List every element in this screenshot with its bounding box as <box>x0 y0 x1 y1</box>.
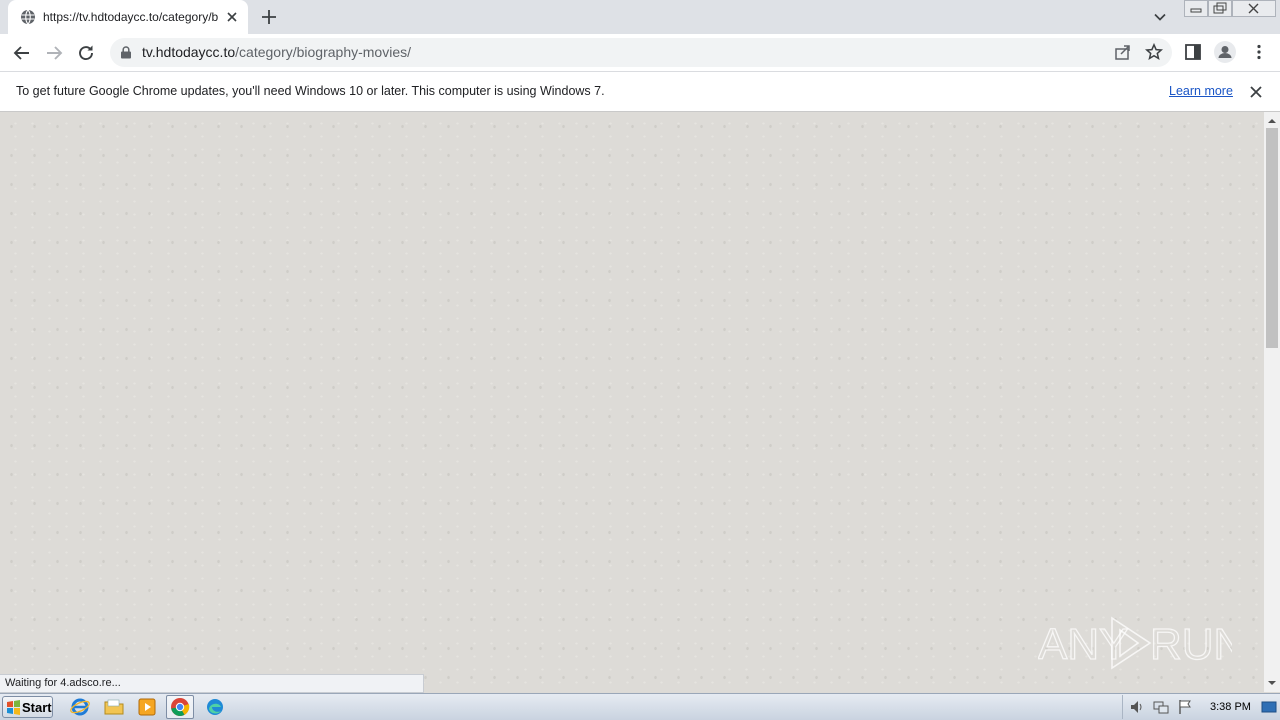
share-icon[interactable] <box>1114 43 1132 61</box>
lock-icon[interactable] <box>120 46 132 59</box>
learn-more-link[interactable]: Learn more <box>1169 84 1233 98</box>
close-icon <box>1248 3 1259 14</box>
chrome-taskbar-button[interactable] <box>166 695 194 719</box>
page-content-area[interactable] <box>0 112 1264 692</box>
side-panel-icon[interactable] <box>1184 43 1202 61</box>
update-info-bar: To get future Google Chrome updates, you… <box>0 71 1280 112</box>
reload-icon[interactable] <box>76 43 96 63</box>
kebab-menu-icon[interactable] <box>1250 43 1268 61</box>
network-icon[interactable] <box>1153 699 1169 715</box>
minimize-icon <box>1190 8 1202 13</box>
restore-button[interactable] <box>1208 0 1232 17</box>
windows-taskbar: Start 3:38 PM <box>0 693 1280 720</box>
scroll-down-arrow-icon[interactable] <box>1264 676 1280 690</box>
folder-icon[interactable] <box>103 697 125 717</box>
edge-icon[interactable] <box>204 697 226 717</box>
status-bubble: Waiting for 4.adsco.re... <box>0 674 424 693</box>
scrollbar-thumb[interactable] <box>1266 128 1278 348</box>
bookmark-star-icon[interactable] <box>1145 43 1163 61</box>
internet-explorer-icon[interactable] <box>69 697 91 717</box>
scroll-up-arrow-icon[interactable] <box>1264 114 1280 128</box>
minimize-button[interactable] <box>1184 0 1208 17</box>
status-text: Waiting for 4.adsco.re... <box>5 677 121 689</box>
globe-icon <box>21 9 35 25</box>
taskbar-clock[interactable]: 3:38 PM <box>1210 701 1251 713</box>
url-text: tv.hdtodaycc.to/category/biography-movie… <box>142 44 411 60</box>
media-player-icon[interactable] <box>136 697 158 717</box>
show-desktop-icon[interactable] <box>1261 699 1277 715</box>
profile-avatar-icon[interactable] <box>1214 41 1236 63</box>
browser-toolbar: tv.hdtodaycc.to/category/biography-movie… <box>0 34 1280 71</box>
address-bar[interactable]: tv.hdtodaycc.to/category/biography-movie… <box>110 38 1172 67</box>
info-bar-message: To get future Google Chrome updates, you… <box>16 84 605 98</box>
start-button[interactable]: Start <box>2 696 53 718</box>
restore-icon <box>1213 2 1227 14</box>
url-path: /category/biography-movies/ <box>235 44 412 60</box>
back-arrow-icon[interactable] <box>12 43 32 63</box>
windows-logo-icon <box>7 700 20 715</box>
chevron-down-icon[interactable] <box>1152 9 1168 25</box>
tab-title: https://tv.hdtodaycc.to/category/biograp… <box>43 10 219 24</box>
system-tray: 3:38 PM <box>1122 695 1280 719</box>
tab-strip: https://tv.hdtodaycc.to/category/biograp… <box>0 0 1280 34</box>
close-icon[interactable] <box>1248 84 1264 100</box>
url-host: tv.hdtodaycc.to <box>142 44 236 60</box>
speaker-icon[interactable] <box>1129 699 1145 715</box>
chrome-icon <box>171 698 190 716</box>
browser-tab[interactable]: https://tv.hdtodaycc.to/category/biograp… <box>8 0 248 34</box>
start-label: Start <box>22 700 52 715</box>
svg-text:RUN: RUN <box>1150 620 1232 669</box>
close-window-button[interactable] <box>1232 0 1276 17</box>
close-tab-icon[interactable] <box>224 9 240 25</box>
anyrun-watermark-logo: ANY RUN <box>1038 616 1232 670</box>
action-center-flag-icon[interactable] <box>1177 699 1193 715</box>
forward-arrow-icon[interactable] <box>44 43 64 63</box>
new-tab-icon[interactable] <box>259 7 279 27</box>
svg-text:ANY: ANY <box>1038 620 1128 669</box>
